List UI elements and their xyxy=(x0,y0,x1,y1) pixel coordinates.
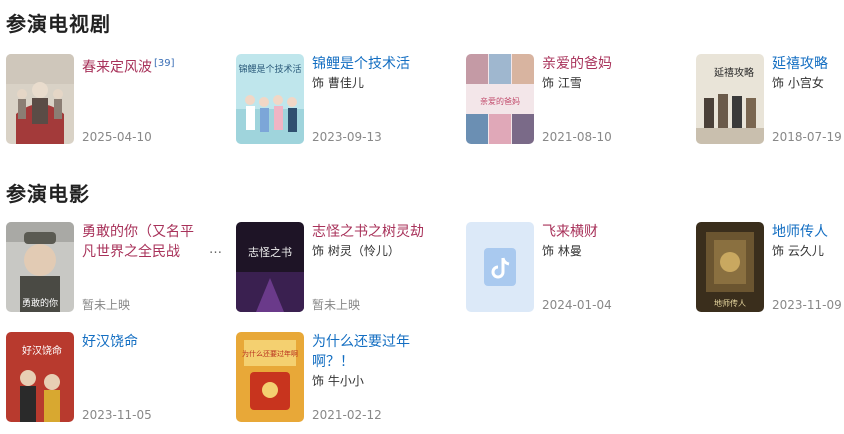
movie-date-dishi: 2023-11-09 xyxy=(772,298,842,312)
poster-yonggan[interactable]: 勇敢的你 xyxy=(6,222,74,312)
tv-card-jinli[interactable]: 锦鲤是个技术活 锦鲤是个技术活 饰 曹佳儿 2023-09-13 xyxy=(236,54,446,144)
poster-feilai[interactable] xyxy=(466,222,534,312)
movie-card-yonggan[interactable]: 勇敢的你 勇敢的你（又名平 凡世界之全民战 … 暂未上映 xyxy=(6,222,222,312)
movie-role-zhiguai: 饰 树灵（怜儿） xyxy=(312,244,400,258)
poster-weishenme[interactable]: 为什么还要过年啊 xyxy=(236,332,304,422)
movie-card-feilai[interactable]: 飞来横财 饰 林曼 2024-01-04 xyxy=(466,222,676,312)
movie-card-haohan[interactable]: 好汉饶命 好汉饶命 2023-11-05 xyxy=(6,332,216,422)
tv-date-yanxi: 2018-07-19 xyxy=(772,130,842,144)
tv-role-jinli: 饰 曹佳儿 xyxy=(312,76,364,90)
tv-title-chunlai[interactable]: 春来定风波 [39] xyxy=(82,54,218,78)
citation-ref[interactable]: [39] xyxy=(154,58,175,69)
poster-jinli-text: 锦鲤是个技术活 xyxy=(238,63,301,75)
poster-jinli[interactable]: 锦鲤是个技术活 xyxy=(236,54,304,144)
movie-card-weishenme[interactable]: 为什么还要过年啊 为什么还要过年 啊？！ 饰 牛小小 2021-02-12 xyxy=(236,332,446,422)
movie-title-yonggan-line2[interactable]: 凡世界之全民战 xyxy=(82,242,222,262)
movie-role-weishenme: 饰 牛小小 xyxy=(312,374,364,388)
poster-yanxi[interactable]: 延禧攻略 xyxy=(696,54,764,144)
poster-yonggan-text: 勇敢的你 xyxy=(22,297,58,309)
tv-role-qinai: 饰 江雪 xyxy=(542,76,582,90)
movie-title-weishenme-line1[interactable]: 为什么还要过年 xyxy=(312,332,448,352)
poster-qinai-text: 亲爱的爸妈 xyxy=(480,96,520,106)
movie-title-weishenme-line2[interactable]: 啊？！ xyxy=(312,352,448,372)
tv-date-jinli: 2023-09-13 xyxy=(312,130,382,144)
movie-role-dishi: 饰 云久儿 xyxy=(772,244,824,258)
poster-dishi[interactable]: 地师传人 xyxy=(696,222,764,312)
movie-title-zhiguai[interactable]: 志怪之书之树灵劫 xyxy=(312,222,448,242)
tv-date-qinai: 2021-08-10 xyxy=(542,130,612,144)
poster-zhiguai-text: 志怪之书 xyxy=(248,245,292,259)
movie-role-feilai: 饰 林曼 xyxy=(542,244,582,258)
tv-role-yanxi: 饰 小宫女 xyxy=(772,76,824,90)
tv-section-heading: 参演电视剧 xyxy=(6,12,111,36)
movie-date-feilai: 2024-01-04 xyxy=(542,298,612,312)
poster-chunlai[interactable] xyxy=(6,54,74,144)
movie-date-weishenme: 2021-02-12 xyxy=(312,408,382,422)
movie-section-heading: 参演电影 xyxy=(6,182,90,206)
movie-date-haohan: 2023-11-05 xyxy=(82,408,152,422)
poster-weishenme-text: 为什么还要过年啊 xyxy=(242,349,298,358)
title-ellipsis: … xyxy=(209,242,222,257)
poster-zhiguai[interactable]: 志怪之书 xyxy=(236,222,304,312)
poster-yanxi-text: 延禧攻略 xyxy=(714,66,754,79)
movie-date-yonggan: 暂未上映 xyxy=(82,298,131,312)
movie-date-zhiguai: 暂未上映 xyxy=(312,298,361,312)
tv-title-jinli[interactable]: 锦鲤是个技术活 xyxy=(312,54,448,74)
movie-title-yonggan-line1[interactable]: 勇敢的你（又名平 xyxy=(82,222,222,242)
tv-date-chunlai: 2025-04-10 xyxy=(82,130,152,144)
poster-haohan-text: 好汉饶命 xyxy=(22,344,62,357)
tv-title-yanxi[interactable]: 延禧攻略 xyxy=(772,54,844,74)
tv-card-yanxi[interactable]: 延禧攻略 延禧攻略 饰 小宫女 2018-07-19 xyxy=(696,54,844,144)
tv-title-qinai[interactable]: 亲爱的爸妈 xyxy=(542,54,678,74)
poster-dishi-text: 地师传人 xyxy=(714,298,746,308)
movie-card-zhiguai[interactable]: 志怪之书 志怪之书之树灵劫 饰 树灵（怜儿） 暂未上映 xyxy=(236,222,446,312)
poster-haohan[interactable]: 好汉饶命 xyxy=(6,332,74,422)
movie-title-feilai[interactable]: 飞来横财 xyxy=(542,222,678,242)
movie-card-dishi[interactable]: 地师传人 地师传人 饰 云久儿 2023-11-09 xyxy=(696,222,844,312)
movie-title-haohan[interactable]: 好汉饶命 xyxy=(82,332,218,352)
tv-card-qinai[interactable]: 亲爱的爸妈 亲爱的爸妈 饰 江雪 2021-08-10 xyxy=(466,54,676,144)
tv-card-chunlai[interactable]: 春来定风波 [39] 2025-04-10 xyxy=(6,54,216,144)
poster-qinai[interactable]: 亲爱的爸妈 xyxy=(466,54,534,144)
movie-title-dishi[interactable]: 地师传人 xyxy=(772,222,844,242)
